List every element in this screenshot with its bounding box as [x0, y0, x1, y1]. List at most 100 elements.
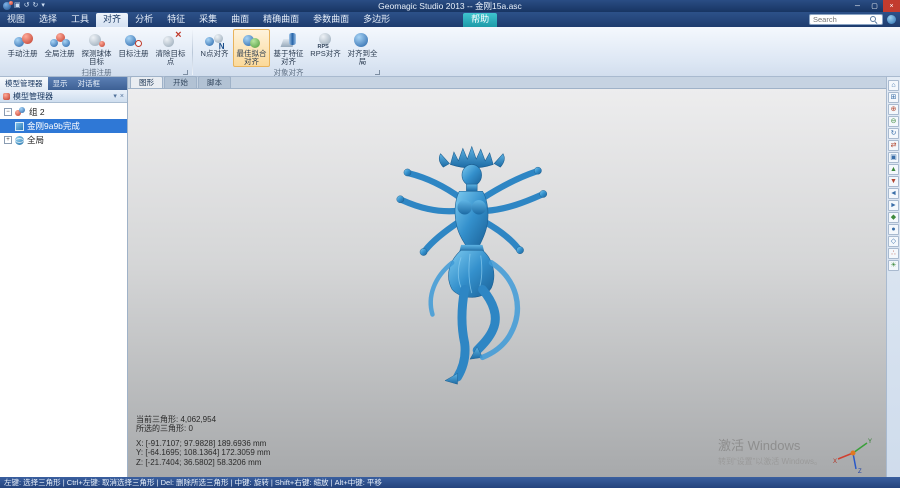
main-area: 模型管理器 显示 对话框 模型管理器 ▾ × − 组 2 [0, 77, 900, 477]
feature-based-alignment-icon [279, 32, 299, 49]
target-registration-icon [124, 32, 144, 49]
tree-item-global[interactable]: + 全局 [0, 133, 127, 147]
tab-select[interactable]: 选择 [32, 13, 64, 27]
windows-activation-watermark: 激活 Windows 转到“设置”以激活 Windows。 [718, 435, 822, 467]
bottom-view-icon[interactable]: ▼ [888, 176, 899, 187]
titlebar: ▣ ↺ ↻ ▾ Geomagic Studio 2013 -- 金刚15a.as… [0, 0, 900, 12]
zoom-in-icon[interactable]: ⊕ [888, 104, 899, 115]
close-button[interactable]: × [883, 0, 900, 12]
svg-text:X: X [833, 459, 837, 465]
best-fit-alignment-button[interactable]: 最佳拟合对齐 [233, 29, 270, 67]
help-sphere-icon[interactable] [887, 15, 896, 24]
panel-title: 模型管理器 [13, 91, 53, 102]
collapse-icon[interactable]: − [4, 108, 12, 116]
tab-tools[interactable]: 工具 [64, 13, 96, 27]
left-view-icon[interactable]: ◄ [888, 188, 899, 199]
ribbon: 手动注册 全局注册 探测球体目标 [0, 27, 900, 77]
fit-view-icon[interactable]: ⌂ [888, 80, 899, 91]
ribbon-group-object-alignment: N点对齐 最佳拟合对齐 基于特征对齐 [196, 29, 381, 76]
quick-access-toolbar: ▣ ↺ ↻ ▾ [0, 1, 45, 11]
panel-close-icon[interactable]: × [120, 92, 124, 101]
tree-item-mesh[interactable]: 金刚9a9b完成 [0, 119, 127, 133]
qat-dropdown-icon[interactable]: ▾ [41, 1, 45, 11]
globe-icon [15, 136, 24, 145]
axis-triad-icon: Y X Z [832, 433, 874, 475]
selected-triangle-count: 所选的三角形: 0 [136, 424, 270, 434]
x-extent: X: [-91.7107; 97.9828] 189.6936 mm [136, 439, 270, 449]
tree-item-group[interactable]: − 组 2 [0, 105, 127, 119]
search-box [809, 14, 883, 25]
y-extent: Y: [-64.1695; 108.1364] 172.3059 mm [136, 448, 270, 458]
tab-model-manager[interactable]: 模型管理器 [0, 77, 48, 90]
search-icon[interactable] [870, 16, 877, 23]
zoom-window-icon[interactable]: ⊞ [888, 92, 899, 103]
panel-header: 模型管理器 ▾ × [0, 90, 127, 103]
tab-exact-surface[interactable]: 精确曲面 [256, 13, 306, 27]
tab-dialog[interactable]: 对话框 [73, 77, 106, 90]
global-registration-icon [50, 32, 70, 49]
model-tree: − 组 2 金刚9a9b完成 + 全局 [0, 103, 127, 477]
manual-registration-icon [13, 32, 33, 49]
redo-icon[interactable]: ↻ [33, 1, 39, 11]
expand-icon[interactable]: + [4, 136, 12, 144]
clear-targets-button[interactable]: 清除目标点 [152, 29, 189, 67]
window-controls: ─ ▢ × [849, 0, 900, 12]
search-input[interactable] [810, 15, 870, 24]
group-divider [192, 30, 193, 75]
maximize-button[interactable]: ▢ [866, 0, 883, 12]
tab-parametric-surface[interactable]: 参数曲面 [306, 13, 356, 27]
panel-tab-strip: 模型管理器 显示 对话框 [0, 77, 127, 90]
shaded-mode-icon[interactable]: ● [888, 224, 899, 235]
lighting-icon[interactable]: ☀ [888, 260, 899, 271]
points-mode-icon[interactable]: ∴ [888, 248, 899, 259]
viewport-tab-strip: 图形 开始 脚本 [128, 77, 886, 89]
global-registration-button[interactable]: 全局注册 [41, 29, 78, 67]
statue-3d-model[interactable] [324, 143, 616, 411]
tab-capture[interactable]: 采集 [192, 13, 224, 27]
triangle-count: 当前三角形: 4,062,954 [136, 415, 270, 425]
panel-dropdown-icon[interactable]: ▾ [113, 92, 117, 101]
manual-registration-button[interactable]: 手动注册 [4, 29, 41, 67]
save-icon[interactable]: ▣ [14, 1, 21, 11]
group-label-scan-registration: 扫描注册 [4, 67, 189, 78]
3d-viewport[interactable]: 当前三角形: 4,062,954 所选的三角形: 0 X: [-91.7107;… [128, 89, 886, 477]
zoom-out-icon[interactable]: ⊖ [888, 116, 899, 127]
minimize-button[interactable]: ─ [849, 0, 866, 12]
pan-view-icon[interactable]: ⇄ [888, 140, 899, 151]
viewport-column: 图形 开始 脚本 [128, 77, 886, 477]
dialog-launcher-icon[interactable] [375, 70, 380, 75]
front-view-icon[interactable]: ▣ [888, 152, 899, 163]
tab-view[interactable]: 视图 [0, 13, 32, 27]
tab-features[interactable]: 特征 [160, 13, 192, 27]
align-to-global-button[interactable]: 对齐到全局 [344, 29, 381, 67]
n-point-alignment-button[interactable]: N点对齐 [196, 29, 233, 67]
target-registration-button[interactable]: 目标注册 [115, 29, 152, 67]
rps-alignment-icon [316, 32, 336, 49]
right-view-icon[interactable]: ► [888, 200, 899, 211]
align-to-global-icon [353, 32, 373, 49]
dialog-launcher-icon[interactable] [183, 70, 188, 75]
tab-polygons[interactable]: 多边形 [356, 13, 397, 27]
mouse-hints: 左键: 选择三角形 | Ctrl+左键: 取消选择三角形 | Del: 删除所选… [4, 477, 382, 488]
iso-view-icon[interactable]: ◆ [888, 212, 899, 223]
tab-help[interactable]: 帮助 [463, 13, 497, 27]
ribbon-group-scan-registration: 手动注册 全局注册 探测球体目标 [4, 29, 189, 76]
tab-align[interactable]: 对齐 [96, 13, 128, 27]
undo-icon[interactable]: ↺ [24, 1, 30, 11]
app-logo-icon[interactable] [3, 2, 11, 10]
tab-analysis[interactable]: 分析 [128, 13, 160, 27]
tab-display[interactable]: 显示 [48, 77, 73, 90]
feature-based-alignment-button[interactable]: 基于特征对齐 [270, 29, 307, 67]
probe-sphere-targets-icon [87, 32, 107, 49]
n-point-alignment-icon [205, 32, 225, 49]
probe-sphere-targets-button[interactable]: 探测球体目标 [78, 29, 115, 67]
app-window: ▣ ↺ ↻ ▾ Geomagic Studio 2013 -- 金刚15a.as… [0, 0, 900, 488]
wireframe-mode-icon[interactable]: ◇ [888, 236, 899, 247]
tab-surface[interactable]: 曲面 [224, 13, 256, 27]
rotate-view-icon[interactable]: ↻ [888, 128, 899, 139]
rps-alignment-button[interactable]: RPS对齐 [307, 29, 344, 67]
top-view-icon[interactable]: ▲ [888, 164, 899, 175]
model-manager-icon [3, 93, 10, 100]
status-bar: 左键: 选择三角形 | Ctrl+左键: 取消选择三角形 | Del: 删除所选… [0, 477, 900, 488]
best-fit-alignment-icon [242, 32, 262, 49]
